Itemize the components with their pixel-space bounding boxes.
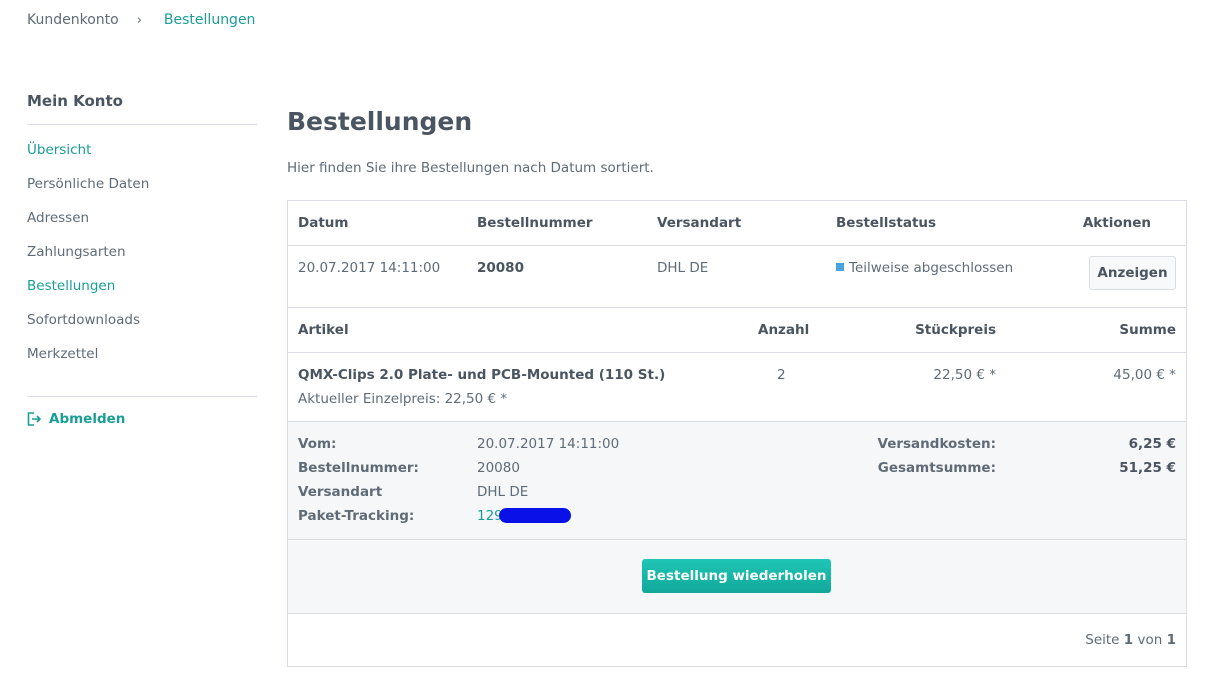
article-unit-price: 22,50 € * xyxy=(933,367,996,383)
order-panel: Datum Bestellnummer Versandart Bestellst… xyxy=(287,200,1187,667)
chevron-right-icon: › xyxy=(136,12,142,28)
detail-value-number: 20080 xyxy=(477,460,520,476)
grand-total-label: Gesamtsumme: xyxy=(877,460,996,476)
sidebar-item-sofortdownloads[interactable]: Sofortdownloads xyxy=(27,312,257,346)
sidebar-item-bestellungen[interactable]: Bestellungen xyxy=(27,278,257,312)
status-indicator-icon xyxy=(836,263,844,271)
detail-value-shipping: DHL DE xyxy=(477,484,529,500)
breadcrumb-item-kundenkonto[interactable]: Kundenkonto xyxy=(27,12,119,28)
order-status: Teilweise abgeschlossen xyxy=(849,260,1014,276)
shipping-cost-value: 6,25 € xyxy=(1128,436,1176,452)
detail-label-from: Vom: xyxy=(298,436,337,452)
orders-table-header: Datum Bestellnummer Versandart Bestellst… xyxy=(288,201,1186,246)
detail-label-number: Bestellnummer: xyxy=(298,460,419,476)
article-current-price: Aktueller Einzelpreis: 22,50 € * xyxy=(298,391,508,407)
pagination-info: Seite 1 von 1 xyxy=(1085,632,1176,648)
col-header-actions: Aktionen xyxy=(1082,215,1151,231)
order-shipping: DHL DE xyxy=(657,260,709,276)
page-title: Bestellungen xyxy=(287,107,473,136)
col-header-quantity: Anzahl xyxy=(758,322,810,338)
sidebar-title: Mein Konto xyxy=(27,92,257,125)
pagination-current: 1 xyxy=(1123,632,1134,648)
order-details: Vom: 20.07.2017 14:11:00 Bestellnummer: … xyxy=(288,422,1186,540)
sidebar-item-uebersicht[interactable]: Übersicht xyxy=(27,142,257,176)
col-header-number: Bestellnummer xyxy=(477,215,593,231)
pagination-total: 1 xyxy=(1166,632,1176,648)
logout-icon xyxy=(27,412,41,426)
main-content: Bestellungen Hier finden Sie ihre Bestel… xyxy=(287,106,1187,176)
account-sidebar: Mein Konto Übersicht Persönliche Daten A… xyxy=(27,92,257,427)
redaction-mark xyxy=(498,508,571,523)
pagination: Seite 1 von 1 xyxy=(288,614,1186,666)
repeat-order-button[interactable]: Bestellung wiederholen xyxy=(642,559,831,593)
col-header-status: Bestellstatus xyxy=(836,215,937,231)
page-intro: Hier finden Sie ihre Bestellungen nach D… xyxy=(287,160,654,176)
show-order-button[interactable]: Anzeigen xyxy=(1089,256,1176,290)
list-item: QMX-Clips 2.0 Plate- und PCB-Mounted (11… xyxy=(288,353,1186,422)
pagination-of: von xyxy=(1137,632,1163,648)
article-total: 45,00 € * xyxy=(1113,367,1176,383)
breadcrumb-item-bestellungen[interactable]: Bestellungen xyxy=(164,12,256,28)
sidebar-menu: Übersicht Persönliche Daten Adressen Zah… xyxy=(27,125,257,397)
col-header-date: Datum xyxy=(298,215,349,231)
order-number: 20080 xyxy=(477,260,524,276)
col-header-shipping: Versandart xyxy=(657,215,742,231)
logout-label: Abmelden xyxy=(49,411,126,427)
sidebar-item-zahlungsarten[interactable]: Zahlungsarten xyxy=(27,244,257,278)
tracking-link[interactable]: 129 xyxy=(477,508,571,524)
status-badge: Teilweise abgeschlossen xyxy=(836,260,1013,276)
pagination-prefix: Seite xyxy=(1085,632,1120,648)
logout-link[interactable]: Abmelden xyxy=(27,411,257,427)
detail-value-from: 20.07.2017 14:11:00 xyxy=(477,436,620,452)
sidebar-item-persoenliche-daten[interactable]: Persönliche Daten xyxy=(27,176,257,210)
shipping-cost-label: Versandkosten: xyxy=(877,436,997,452)
sidebar-item-merkzettel[interactable]: Merkzettel xyxy=(27,346,257,380)
detail-label-tracking: Paket-Tracking: xyxy=(298,508,415,524)
col-header-article: Artikel xyxy=(298,322,349,338)
articles-table-header: Artikel Anzahl Stückpreis Summe xyxy=(288,308,1186,353)
breadcrumb: Kundenkonto › Bestellungen xyxy=(27,12,255,28)
order-actions: Bestellung wiederholen xyxy=(288,540,1186,614)
article-name[interactable]: QMX-Clips 2.0 Plate- und PCB-Mounted (11… xyxy=(298,367,665,383)
table-row: 20.07.2017 14:11:00 20080 DHL DE Teilwei… xyxy=(288,246,1186,308)
grand-total-value: 51,25 € xyxy=(1119,460,1176,476)
article-quantity: 2 xyxy=(777,367,786,383)
order-date: 20.07.2017 14:11:00 xyxy=(298,260,441,276)
sidebar-item-adressen[interactable]: Adressen xyxy=(27,210,257,244)
col-header-unit-price: Stückpreis xyxy=(915,322,996,338)
detail-label-shipping: Versandart xyxy=(298,484,383,500)
col-header-total: Summe xyxy=(1119,322,1176,338)
